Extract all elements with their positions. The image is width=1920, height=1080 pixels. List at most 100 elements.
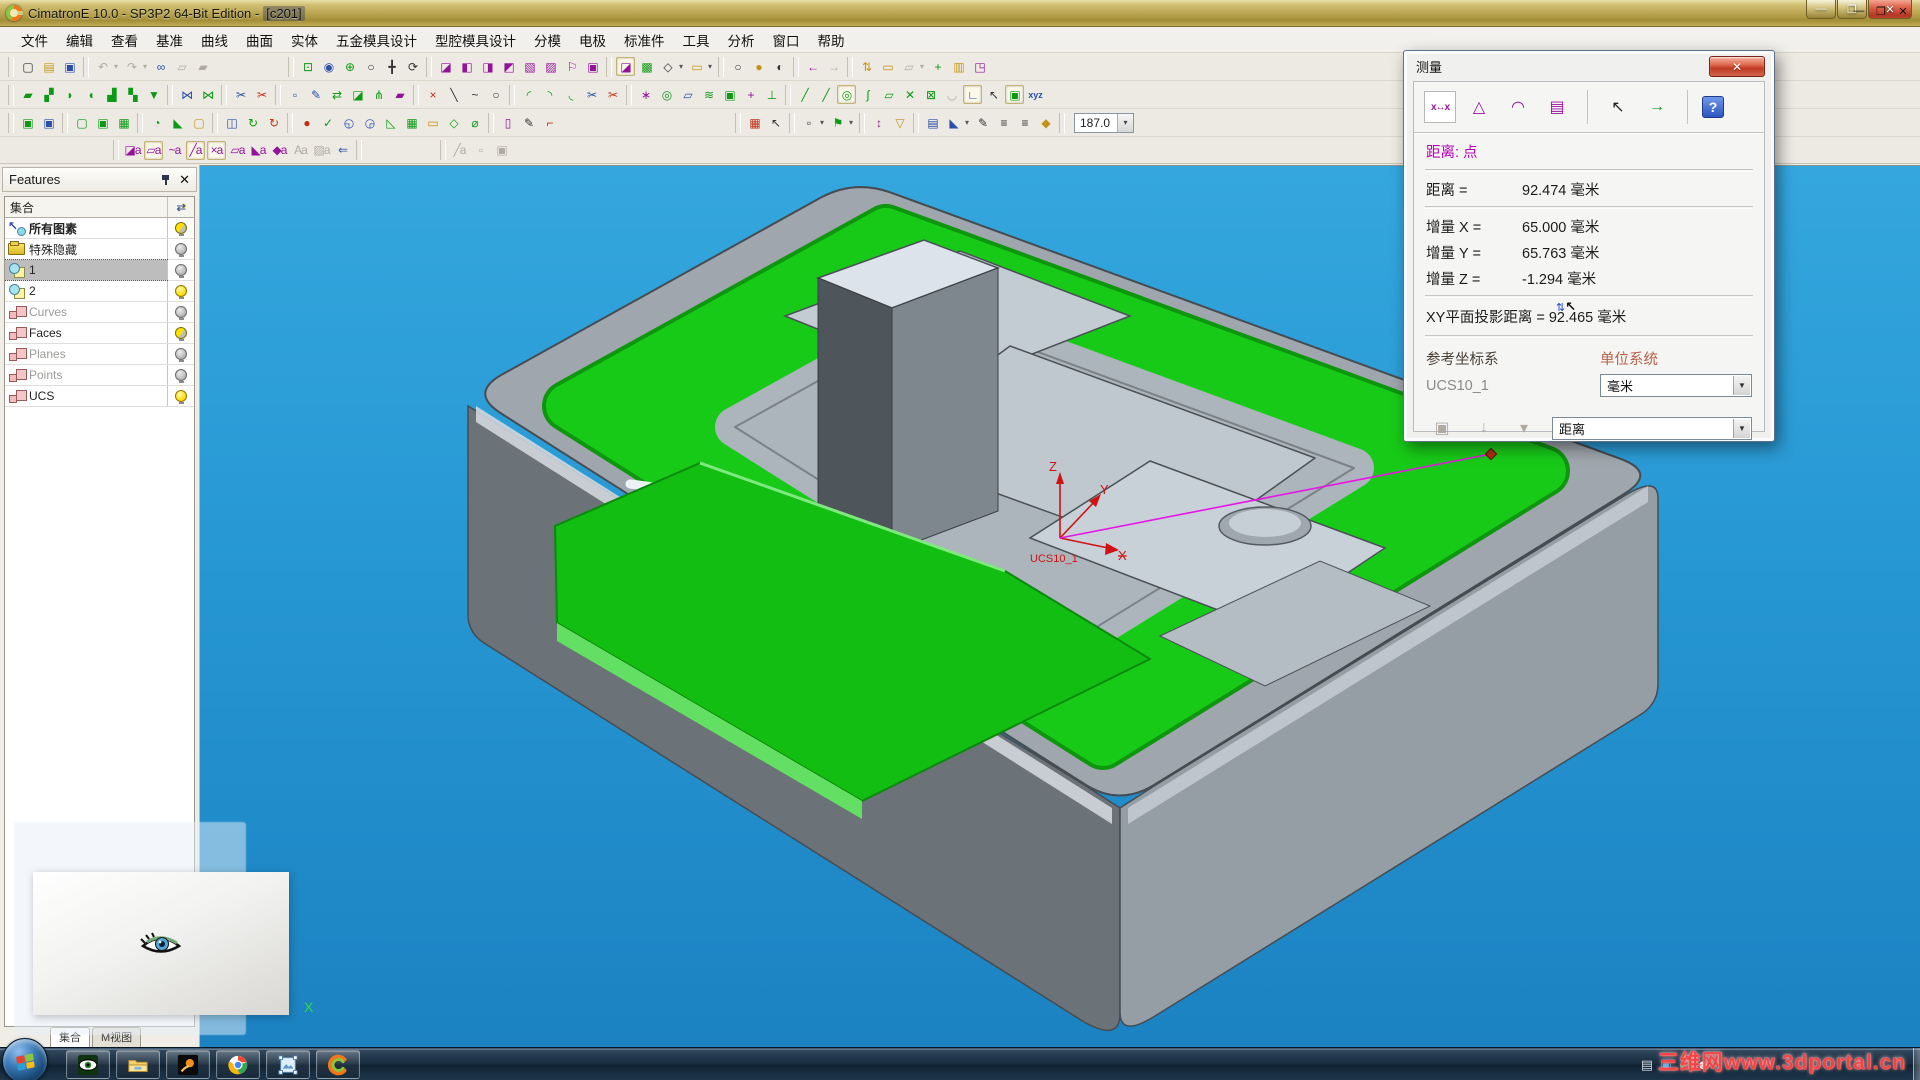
outline-face-icon[interactable]: ▰	[390, 85, 409, 104]
bound-faces-icon[interactable]: ⋈	[177, 85, 196, 104]
thread-icon[interactable]: ⌀	[465, 113, 484, 132]
menu-item[interactable]: 曲线	[192, 26, 237, 54]
menu-item[interactable]: 查看	[102, 26, 147, 54]
open-box-icon[interactable]: ▢	[72, 113, 91, 132]
display-textured-icon[interactable]: ▩	[637, 57, 656, 76]
visibility-toggle[interactable]	[167, 302, 194, 322]
capsule-surface-icon[interactable]: ◎	[657, 85, 676, 104]
mirror-surface-icon[interactable]: ▟	[102, 85, 121, 104]
mdi-close-button[interactable]: ✕	[1896, 5, 1910, 18]
plane-tool-icon[interactable]: ▱	[879, 85, 898, 104]
approve-check-icon[interactable]: ✓	[318, 113, 337, 132]
filter-dims-icon[interactable]: Aa	[291, 141, 310, 160]
pin-icon[interactable]	[161, 174, 172, 185]
drive-surface-icon[interactable]: ▞	[39, 85, 58, 104]
scurve-icon[interactable]: ∫	[858, 85, 877, 104]
target-frame-icon[interactable]: ▣	[1005, 85, 1024, 104]
feature-row[interactable]: Faces	[5, 323, 194, 344]
magenta-frame-icon[interactable]: ▯	[498, 113, 517, 132]
tangent-arc-icon[interactable]: ◝	[540, 85, 559, 104]
result-type-dropdown[interactable]: 距离 ▼	[1552, 417, 1752, 440]
taskbar-file-explorer-button[interactable]	[116, 1050, 160, 1079]
flange-surface-icon[interactable]: ◖	[81, 85, 100, 104]
render-flag-icon[interactable]: ⚐	[562, 57, 581, 76]
line-tool-icon[interactable]: ╲	[444, 85, 463, 104]
light-on-icon[interactable]: ●	[749, 57, 768, 76]
twist-solid-alt-icon[interactable]: ↻	[264, 113, 283, 132]
paste-feature-icon[interactable]: ▰	[193, 57, 212, 76]
redo-caret-icon[interactable]: ▾	[140, 57, 149, 76]
show-desktop-button[interactable]	[1913, 1048, 1920, 1080]
project-tool-icon[interactable]: ⊠	[921, 85, 940, 104]
features-column-header[interactable]: 集合 ⇄	[5, 197, 194, 218]
feature-row[interactable]: 1	[5, 260, 194, 281]
blend-surface-icon[interactable]: ◗	[60, 85, 79, 104]
line-2pts-icon[interactable]: ╱	[795, 85, 814, 104]
dialog-close-button[interactable]: ✕	[1709, 56, 1765, 77]
filter-faces-icon[interactable]: ▱a	[144, 141, 163, 160]
dialog-caret-icon[interactable]: ▾	[1508, 412, 1540, 444]
display-box-caret-icon[interactable]: ▾	[705, 57, 714, 76]
circle-concentric-icon[interactable]: ◎	[837, 85, 856, 104]
cut-arc-icon[interactable]: ✂	[582, 85, 601, 104]
visibility-toggle[interactable]	[167, 218, 194, 238]
wedge-cut-icon[interactable]: ◣	[168, 113, 187, 132]
aux-filter-2-icon[interactable]: ▫	[471, 141, 490, 160]
cross-tool-icon[interactable]: ✕	[900, 85, 919, 104]
paint-caret-icon[interactable]: ▾	[962, 113, 971, 132]
measure-ruler-icon[interactable]: ▭	[878, 57, 897, 76]
utility-hammer-icon[interactable]: ⌐	[540, 113, 559, 132]
menu-item[interactable]: 编辑	[57, 26, 102, 54]
round-pocket-icon[interactable]: ▢	[189, 113, 208, 132]
filter-volumes-icon[interactable]: ◪a	[123, 141, 142, 160]
copy-feature-icon[interactable]: ▱	[172, 57, 191, 76]
fillet-face-icon[interactable]: ◶	[360, 113, 379, 132]
select-flag-icon[interactable]: ⚑	[828, 113, 847, 132]
combo-caret-icon[interactable]: ▾	[1117, 114, 1133, 132]
taskbar-image-viewer-button[interactable]	[66, 1050, 110, 1079]
zoom-in-icon[interactable]: ⊕	[340, 57, 359, 76]
add-catalog-icon[interactable]: +	[928, 57, 947, 76]
zoom-fit-icon[interactable]: ⊡	[298, 57, 317, 76]
open-file-icon[interactable]: ▤	[39, 57, 58, 76]
color-table-icon[interactable]: ▤	[923, 113, 942, 132]
style-pen-icon[interactable]: ✎	[973, 113, 992, 132]
tool-plus-icon[interactable]: +	[741, 85, 760, 104]
measure-distance-icon[interactable]: x↔x	[1424, 91, 1456, 123]
cube-properties-icon[interactable]: ◳	[970, 57, 989, 76]
taskbar-cimatron-button[interactable]	[316, 1050, 360, 1079]
menu-item[interactable]: 实体	[282, 26, 327, 54]
menu-item[interactable]: 电极	[570, 26, 615, 54]
display-box-icon[interactable]: ▭	[687, 57, 706, 76]
subtract-solid-icon[interactable]: ●	[297, 113, 316, 132]
paint-fill-icon[interactable]: ◣	[944, 113, 963, 132]
taskbar-photo-app-button[interactable]	[166, 1050, 210, 1079]
binoculars-icon[interactable]: ∞	[151, 57, 170, 76]
filter-curves-icon[interactable]: ~a	[165, 141, 184, 160]
dropdown-caret-icon[interactable]: ▼	[1733, 419, 1750, 438]
menu-item[interactable]: 文件	[12, 26, 57, 54]
marquee-caret-icon[interactable]: ▾	[817, 113, 826, 132]
material-cube-icon[interactable]: ◆	[1036, 113, 1055, 132]
branch-tool-icon[interactable]: ⋔	[369, 85, 388, 104]
unit-dropdown[interactable]: 毫米 ▼	[1600, 374, 1752, 397]
rotate-view-icon[interactable]: ⟳	[403, 57, 422, 76]
display-wireframe-icon[interactable]: ◇	[658, 57, 677, 76]
curve-tool-icon[interactable]: ~	[465, 85, 484, 104]
display-caret-icon[interactable]: ▾	[676, 57, 685, 76]
view-shaded-cube-icon[interactable]: ◪	[436, 57, 455, 76]
extend-arc-icon[interactable]: ◟	[561, 85, 580, 104]
clear-measure-icon[interactable]: ↖	[1602, 91, 1634, 123]
visibility-toggle[interactable]	[167, 323, 194, 343]
save-icon[interactable]: ▣	[60, 57, 79, 76]
sketcher-icon[interactable]: ✎	[519, 113, 538, 132]
measure-report-icon[interactable]: ▤	[1541, 91, 1573, 123]
visibility-toggle[interactable]	[167, 281, 194, 301]
stamp-solid-new-icon[interactable]: ▣	[39, 113, 58, 132]
bulb-icon[interactable]	[175, 390, 187, 402]
help-icon[interactable]: ?	[1702, 96, 1724, 118]
bulb-icon[interactable]	[175, 222, 187, 234]
export-measure-icon[interactable]: →	[1641, 91, 1673, 123]
xyz-coords-icon[interactable]: xyz	[1026, 85, 1045, 104]
view-wire-cube-icon[interactable]: ◧	[457, 57, 476, 76]
